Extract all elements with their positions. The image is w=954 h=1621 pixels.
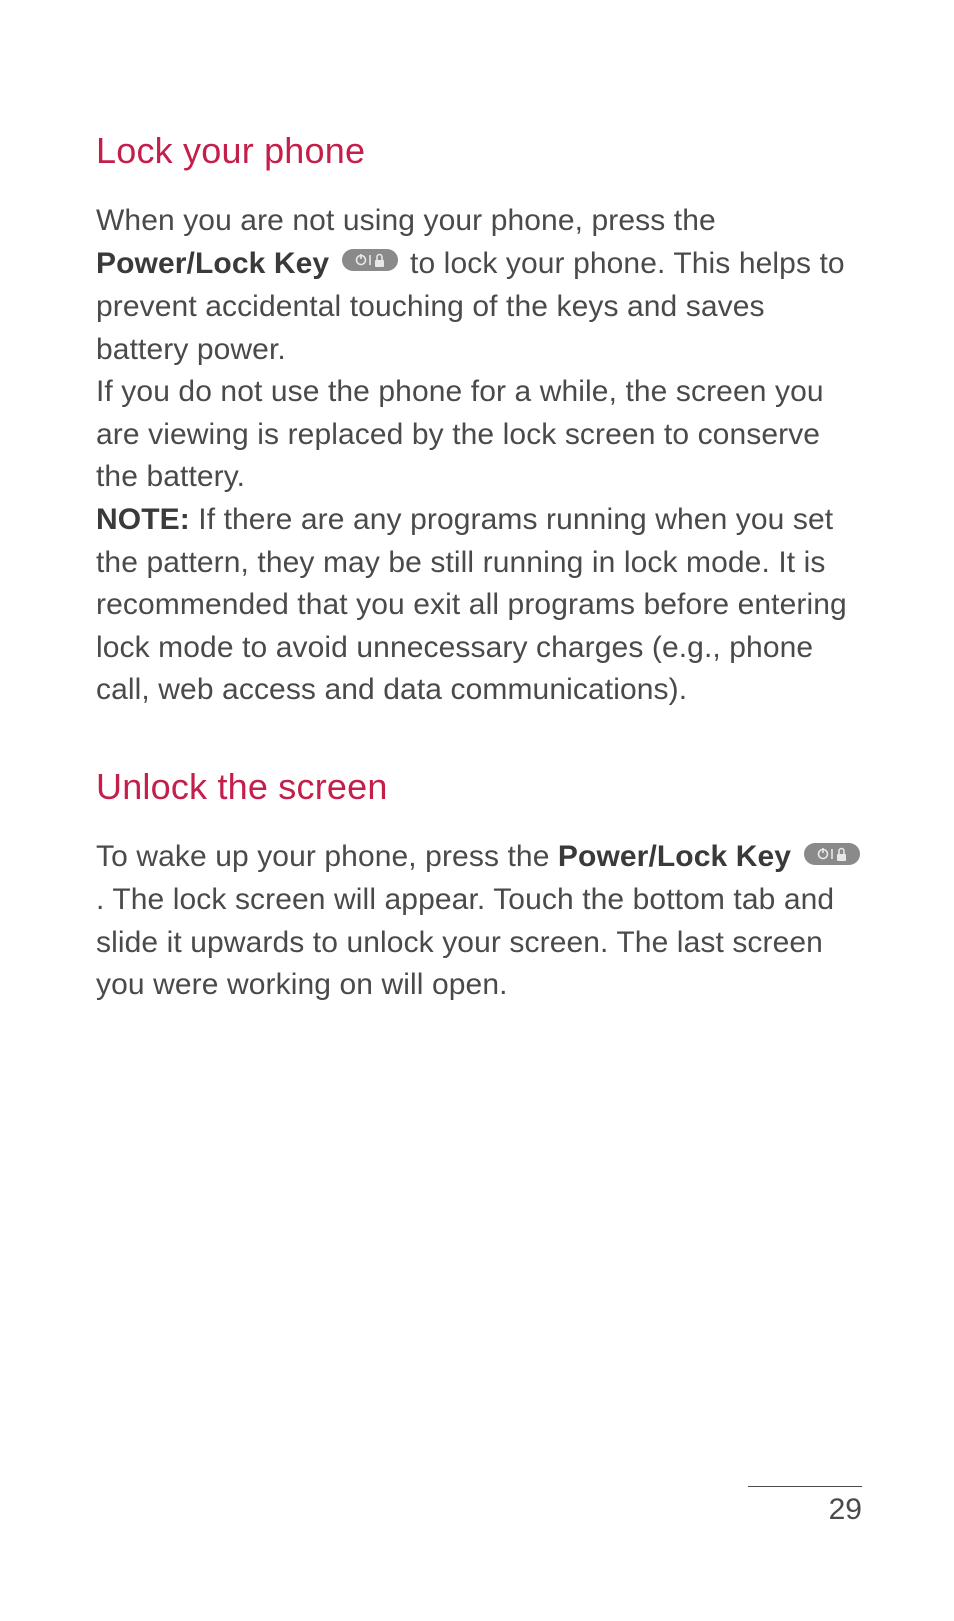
heading-lock-phone: Lock your phone: [96, 130, 864, 172]
power-lock-key-label: Power/Lock Key: [96, 247, 329, 280]
page-footer: 29: [748, 1486, 862, 1527]
page-number: 29: [748, 1493, 862, 1527]
page-number-rule: [748, 1486, 862, 1487]
text-run: To wake up your phone, press the: [96, 840, 558, 873]
power-lock-key-label: Power/Lock Key: [558, 840, 791, 873]
power-lock-key-icon: [342, 241, 398, 284]
section-unlock-screen: Unlock the screen To wake up your phone,…: [96, 766, 864, 1007]
section-lock-phone: Lock your phone When you are not using y…: [96, 130, 864, 712]
note-label: NOTE:: [96, 503, 190, 536]
power-lock-key-icon: [804, 835, 860, 878]
paragraph-2: If you do not use the phone for a while,…: [96, 371, 864, 499]
paragraph-3: NOTE: If there are any programs running …: [96, 499, 864, 712]
body-text-lock: When you are not using your phone, press…: [96, 200, 864, 712]
heading-unlock-screen: Unlock the screen: [96, 766, 864, 808]
text-run: When you are not using your phone, press…: [96, 204, 716, 237]
body-text-unlock: To wake up your phone, press the Power/L…: [96, 836, 864, 1007]
text-run: . The lock screen will appear. Touch the…: [96, 883, 834, 1001]
paragraph-4: To wake up your phone, press the Power/L…: [96, 836, 864, 1007]
paragraph-1: When you are not using your phone, press…: [96, 200, 864, 371]
text-run: If there are any programs running when y…: [96, 503, 847, 706]
